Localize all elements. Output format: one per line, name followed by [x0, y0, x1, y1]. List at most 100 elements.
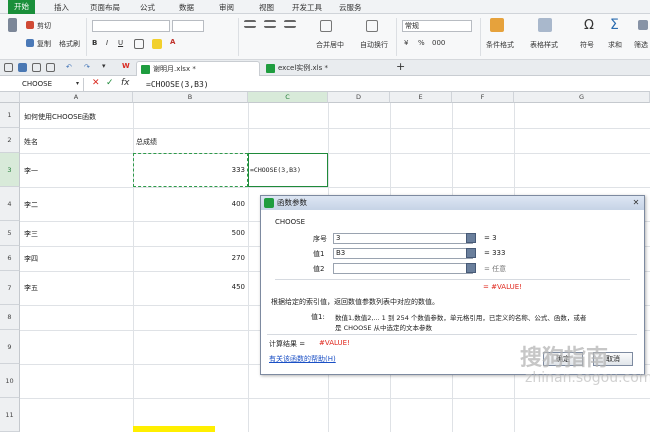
column-header-f[interactable]: F	[452, 92, 514, 103]
arg-input-value2[interactable]	[333, 263, 473, 274]
sum-button[interactable]: 求和	[608, 40, 622, 50]
undo-icon[interactable]: ↶	[66, 63, 72, 71]
wrap-text-icon[interactable]	[366, 20, 378, 32]
border-icon[interactable]	[134, 39, 144, 49]
open-file-icon[interactable]	[4, 63, 13, 72]
column-header-b[interactable]: B	[133, 92, 248, 103]
row-header-7[interactable]: 7	[0, 271, 20, 305]
format-painter-button[interactable]: 格式刷	[59, 39, 80, 49]
arg-input-index[interactable]: 3	[333, 233, 473, 244]
italic-icon[interactable]: I	[106, 39, 108, 47]
row-header-1[interactable]: 1	[0, 103, 20, 128]
column-header-c[interactable]: C	[248, 92, 328, 103]
filter-button[interactable]: 筛选	[634, 40, 648, 50]
cell-a3[interactable]: 李一	[24, 166, 38, 176]
copy-button[interactable]: 复制	[37, 39, 51, 49]
column-header-a[interactable]: A	[20, 92, 133, 103]
new-tab-button[interactable]: +	[396, 60, 405, 73]
menu-formula[interactable]: 公式	[140, 2, 155, 13]
menu-insert[interactable]: 插入	[54, 2, 69, 13]
row-header-8[interactable]: 8	[0, 305, 20, 330]
menu-home[interactable]: 开始	[8, 0, 35, 14]
table-style-button[interactable]: 表格样式	[530, 40, 558, 50]
print-icon[interactable]	[32, 63, 41, 72]
font-color-icon[interactable]: A	[170, 38, 175, 46]
fill-color-icon[interactable]	[152, 39, 162, 49]
tab-xie-mingyue[interactable]: 谢明月.xlsx *	[136, 61, 260, 76]
bold-icon[interactable]: B	[92, 39, 97, 47]
insert-function-button[interactable]: fx	[121, 78, 130, 88]
cell-b4[interactable]: 400	[136, 200, 245, 208]
wrap-text-button[interactable]: 自动换行	[360, 40, 388, 50]
thousands-button[interactable]: 000	[432, 39, 445, 47]
symbol-button[interactable]: 符号	[580, 40, 594, 50]
cancel-formula-button[interactable]: ✕	[92, 78, 100, 88]
currency-button[interactable]: ¥	[404, 39, 408, 47]
formula-input[interactable]: =CHOOSE(3,B3)	[146, 78, 209, 91]
tab-excel-example[interactable]: excel实例.xls *	[262, 61, 388, 76]
column-header-g[interactable]: G	[514, 92, 650, 103]
merge-center-icon[interactable]	[320, 20, 332, 32]
row-header-2[interactable]: 2	[0, 128, 20, 153]
cell-a2[interactable]: 姓名	[24, 137, 38, 147]
close-icon[interactable]: ✕	[631, 198, 641, 208]
align-bottom-icon[interactable]	[284, 20, 296, 28]
cell-a4[interactable]: 李二	[24, 200, 38, 210]
cell-b6[interactable]: 270	[136, 254, 245, 262]
menu-page-layout[interactable]: 页面布局	[90, 2, 120, 13]
copy-icon[interactable]	[26, 39, 34, 47]
cell-a5[interactable]: 李三	[24, 229, 38, 239]
row-header-3[interactable]: 3	[0, 153, 20, 187]
cut-button[interactable]: 剪切	[37, 21, 51, 31]
merge-center-button[interactable]: 合并居中	[316, 40, 344, 50]
row-header-9[interactable]: 9	[0, 330, 20, 364]
align-top-icon[interactable]	[244, 20, 256, 28]
chevron-down-icon[interactable]: ▾	[76, 80, 79, 87]
row-header-5[interactable]: 5	[0, 221, 20, 246]
column-header-e[interactable]: E	[390, 92, 452, 103]
confirm-formula-button[interactable]: ✓	[106, 78, 114, 88]
wps-logo-icon[interactable]: W	[122, 62, 130, 70]
conditional-format-button[interactable]: 条件格式	[486, 40, 514, 50]
collapse-dialog-icon[interactable]	[466, 233, 476, 243]
cell-b5[interactable]: 500	[136, 229, 245, 237]
cell-a7[interactable]: 李五	[24, 283, 38, 293]
omega-icon[interactable]: Ω	[584, 18, 594, 33]
underline-icon[interactable]: U	[118, 39, 123, 47]
column-header-d[interactable]: D	[328, 92, 390, 103]
menu-review[interactable]: 审阅	[219, 2, 234, 13]
menu-cloud[interactable]: 云服务	[339, 2, 362, 13]
cell-b2[interactable]: 总成绩	[136, 137, 157, 147]
redo-icon[interactable]: ↷	[84, 63, 90, 71]
filter-icon[interactable]	[638, 20, 648, 30]
chevron-down-icon[interactable]: ▾	[102, 62, 106, 70]
select-all-corner[interactable]	[0, 92, 20, 103]
paste-icon[interactable]	[8, 18, 17, 32]
name-box[interactable]: CHOOSE	[0, 78, 84, 91]
scissors-icon[interactable]	[26, 21, 34, 29]
cell-b7[interactable]: 450	[136, 283, 245, 291]
sigma-icon[interactable]: Σ	[610, 17, 619, 33]
menu-view[interactable]: 视图	[259, 2, 274, 13]
row-header-6[interactable]: 6	[0, 246, 20, 271]
font-size-select[interactable]	[172, 20, 204, 32]
table-style-icon[interactable]	[538, 18, 552, 32]
row-header-10[interactable]: 10	[0, 364, 20, 398]
collapse-dialog-icon[interactable]	[466, 263, 476, 273]
menu-data[interactable]: 数据	[179, 2, 194, 13]
cell-a6[interactable]: 李四	[24, 254, 38, 264]
menu-developer[interactable]: 开发工具	[292, 2, 322, 13]
number-format-select[interactable]: 常规	[402, 20, 472, 32]
arg-input-value1[interactable]: B3	[333, 248, 473, 259]
preview-icon[interactable]	[46, 63, 55, 72]
font-name-select[interactable]	[92, 20, 170, 32]
row-header-4[interactable]: 4	[0, 187, 20, 221]
conditional-format-icon[interactable]	[490, 18, 504, 32]
collapse-dialog-icon[interactable]	[466, 248, 476, 258]
percent-button[interactable]: %	[418, 39, 425, 47]
row-header-11[interactable]: 11	[0, 398, 20, 432]
save-icon[interactable]	[18, 63, 27, 72]
align-middle-icon[interactable]	[264, 20, 276, 28]
help-link[interactable]: 有关该函数的帮助(H)	[269, 354, 336, 364]
cell-a1[interactable]: 如何使用CHOOSE函数	[24, 112, 96, 122]
